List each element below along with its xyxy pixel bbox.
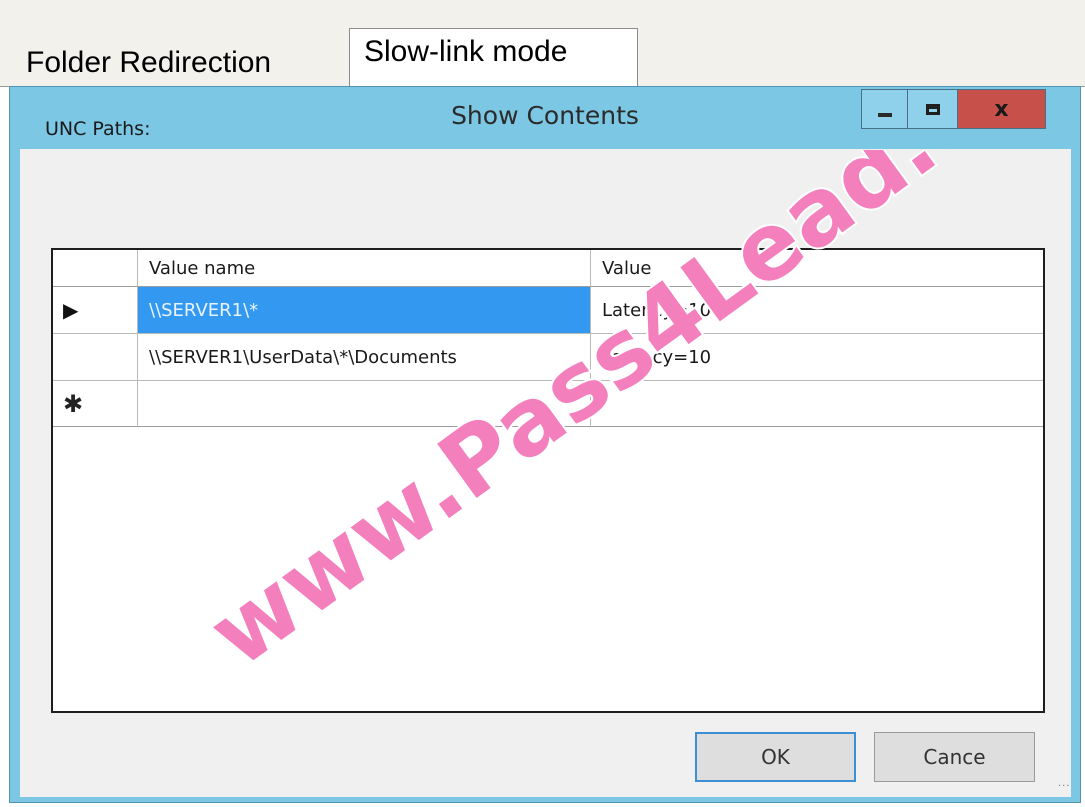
cancel-button[interactable]: Cance: [874, 732, 1035, 782]
unc-paths-grid[interactable]: Value name Value ▶ \\SERVER1\* Latency=1…: [51, 248, 1045, 713]
close-icon: x: [994, 96, 1009, 122]
new-row[interactable]: ✱: [53, 381, 1043, 427]
unc-paths-label: UNC Paths:: [45, 118, 151, 140]
table-row[interactable]: \\SERVER1\UserData\*\Documents Latency=1…: [53, 334, 1043, 381]
new-cell-value-name[interactable]: [138, 381, 591, 427]
tab-folder-redirection[interactable]: Folder Redirection: [14, 38, 283, 86]
cell-value[interactable]: Latency=10: [591, 334, 1043, 381]
table-row[interactable]: ▶ \\SERVER1\* Latency=100: [53, 287, 1043, 334]
resize-grip-icon[interactable]: ...: [1058, 778, 1071, 789]
cell-value-name[interactable]: \\SERVER1\UserData\*\Documents: [138, 334, 591, 381]
tab-slow-link-mode[interactable]: Slow-link mode: [349, 28, 638, 87]
cell-value[interactable]: Latency=100: [591, 287, 1043, 334]
dialog-titlebar[interactable]: Show Contents x: [10, 87, 1080, 149]
cell-value-name[interactable]: \\SERVER1\*: [138, 287, 591, 334]
new-cell-value[interactable]: [591, 381, 1043, 427]
new-row-asterisk-icon: ✱: [63, 389, 84, 418]
row-header[interactable]: [53, 334, 138, 381]
minimize-icon: [877, 113, 892, 117]
grid-header-row: Value name Value: [53, 250, 1043, 287]
close-button[interactable]: x: [958, 89, 1046, 129]
minimize-button[interactable]: [861, 89, 908, 129]
tab-strip: Folder Redirection Slow-link mode: [0, 0, 1085, 87]
column-header-value[interactable]: Value: [591, 250, 1043, 287]
ok-button[interactable]: OK: [695, 732, 856, 782]
current-row-arrow-icon: ▶: [63, 298, 79, 322]
row-header-corner[interactable]: [53, 250, 138, 287]
row-header-new[interactable]: ✱: [53, 381, 138, 427]
row-header-current[interactable]: ▶: [53, 287, 138, 334]
column-header-value-name[interactable]: Value name: [138, 250, 591, 287]
maximize-button[interactable]: [908, 89, 958, 129]
maximize-icon: [925, 103, 940, 115]
